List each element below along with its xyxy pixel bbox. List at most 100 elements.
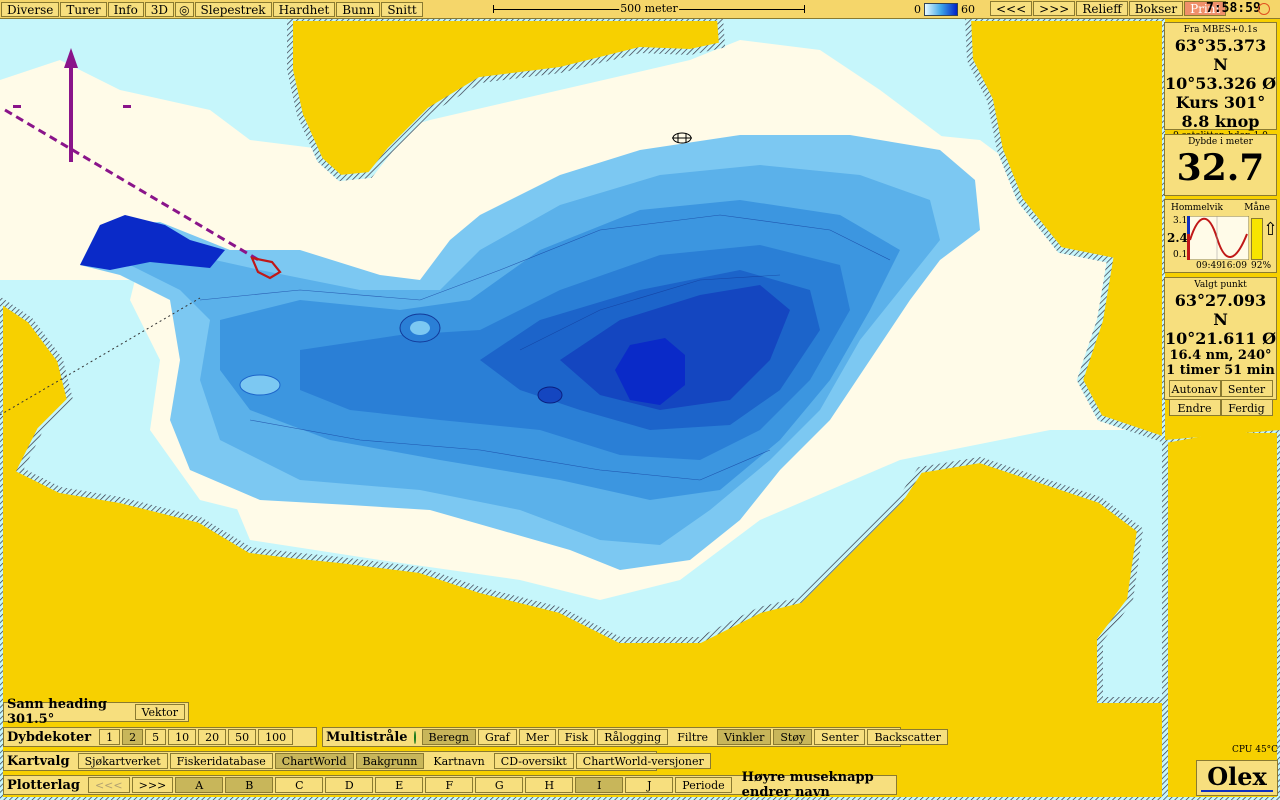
menu-snitt[interactable]: Snitt bbox=[381, 1, 423, 17]
contour-100[interactable]: 100 bbox=[258, 729, 294, 745]
senter-multibeam-button[interactable]: Senter bbox=[814, 729, 866, 745]
contour-5[interactable]: 5 bbox=[145, 729, 167, 745]
bakgrunn-button[interactable]: Bakgrunn bbox=[355, 753, 425, 769]
layer-prev-button[interactable]: <<< bbox=[87, 777, 130, 793]
olex-logo-text: Olex bbox=[1207, 762, 1267, 791]
contour-10[interactable]: 10 bbox=[168, 729, 197, 745]
layer-a[interactable]: A bbox=[175, 777, 224, 793]
longitude: 10°53.326 Ø bbox=[1165, 74, 1277, 93]
fisk-button[interactable]: Fisk bbox=[557, 729, 596, 745]
olex-logo[interactable]: Olex bbox=[1196, 760, 1278, 796]
layer-h[interactable]: H bbox=[525, 777, 574, 793]
ferdig-button[interactable]: Ferdig bbox=[1220, 399, 1273, 416]
depth-panel: Dybde i meter 32.7 bbox=[1164, 134, 1277, 196]
endre-button[interactable]: Endre bbox=[1168, 399, 1221, 416]
contour-50[interactable]: 50 bbox=[228, 729, 257, 745]
latitude: 63°35.373 N bbox=[1174, 36, 1267, 74]
menu-info[interactable]: Info bbox=[107, 1, 144, 17]
depth-value: 32.7 bbox=[1176, 147, 1265, 189]
layer-b[interactable]: B bbox=[225, 777, 274, 793]
moon-label: Måne bbox=[1244, 203, 1270, 213]
relieff-button[interactable]: Relieff bbox=[1076, 1, 1128, 16]
heading-row: Sann heading 301.5° Vektor bbox=[3, 697, 189, 727]
mer-button[interactable]: Mer bbox=[518, 729, 556, 745]
layer-j[interactable]: J bbox=[625, 777, 674, 793]
depth-contour-row: Dybdekoter 1 2 5 10 20 50 100 bbox=[3, 727, 317, 747]
contour-1[interactable]: 1 bbox=[99, 729, 121, 745]
layer-e[interactable]: E bbox=[375, 777, 424, 793]
cpu-temperature: CPU 45°C bbox=[1232, 745, 1279, 755]
speed: 8.8 knop bbox=[1181, 112, 1260, 131]
plotter-hint: Høyre museknapp endrer navn bbox=[741, 770, 874, 800]
tide-time-2: 16:09 bbox=[1221, 261, 1247, 271]
menu-3d[interactable]: 3D bbox=[144, 1, 175, 17]
arrow-up-icon: ⇧ bbox=[1263, 219, 1279, 240]
tide-top: 3.1 bbox=[1173, 216, 1188, 226]
chart-select-row: Kartvalg Sjøkartverket Fiskeridatabase C… bbox=[3, 751, 711, 771]
top-nav-group: <<< >>> Relieff Bokser Print bbox=[989, 1, 1227, 16]
layer-i[interactable]: I bbox=[575, 777, 624, 793]
scale-label: 500 meter bbox=[619, 2, 679, 16]
scale-bar: 500 meter bbox=[493, 2, 805, 16]
backscatter-button[interactable]: Backscatter bbox=[867, 729, 948, 745]
forward-button[interactable]: >>> bbox=[1033, 1, 1076, 16]
selected-point-panel: Valgt punkt 63°27.093 N 10°21.611 Ø 16.4… bbox=[1164, 277, 1277, 416]
menu-turer[interactable]: Turer bbox=[60, 1, 107, 17]
layer-f[interactable]: F bbox=[425, 777, 474, 793]
filtre-button[interactable]: Filtre bbox=[670, 729, 716, 745]
sun-icon[interactable] bbox=[1258, 3, 1270, 15]
fiskeridatabase-button[interactable]: Fiskeridatabase bbox=[169, 753, 273, 769]
cd-oversikt-button[interactable]: CD-oversikt bbox=[493, 753, 574, 769]
menu-diverse[interactable]: Diverse bbox=[1, 1, 60, 17]
nautical-chart[interactable] bbox=[0, 0, 1280, 800]
depth-max: 60 bbox=[961, 2, 975, 16]
graf-button[interactable]: Graf bbox=[478, 729, 517, 745]
selected-lat: 63°27.093 N bbox=[1174, 291, 1267, 329]
depth-min: 0 bbox=[914, 2, 921, 16]
contour-20[interactable]: 20 bbox=[198, 729, 227, 745]
chartworld-button[interactable]: ChartWorld bbox=[274, 753, 354, 769]
menu-hardhet[interactable]: Hardhet bbox=[272, 1, 336, 17]
position-panel: Fra MBES+0.1s 63°35.373 N 10°53.326 Ø Ku… bbox=[1164, 22, 1277, 141]
ralogging-button[interactable]: Rålogging bbox=[597, 729, 669, 745]
sjokartverket-button[interactable]: Sjøkartverket bbox=[77, 753, 168, 769]
chartworld-versions-button[interactable]: ChartWorld-versjoner bbox=[575, 753, 711, 769]
plotter-layer-label: Plotterlag bbox=[7, 777, 80, 793]
kartnavn-button[interactable]: Kartnavn bbox=[426, 753, 492, 769]
back-button[interactable]: <<< bbox=[990, 1, 1033, 16]
selected-lon: 10°21.611 Ø bbox=[1165, 329, 1277, 348]
selected-distance: 16.4 nm, 240° bbox=[1169, 348, 1272, 363]
selected-eta: 1 timer 51 min bbox=[1166, 363, 1275, 378]
menu-bunn[interactable]: Bunn bbox=[336, 1, 381, 17]
chart-select-label: Kartvalg bbox=[7, 753, 70, 769]
contour-2[interactable]: 2 bbox=[122, 729, 144, 745]
depth-contour-label: Dybdekoter bbox=[7, 729, 92, 745]
bokser-button[interactable]: Bokser bbox=[1128, 1, 1184, 16]
autonav-button[interactable]: Autonav bbox=[1168, 380, 1221, 397]
clock: 7:58:59 bbox=[1206, 1, 1261, 16]
heading-label: Sann heading 301.5° bbox=[7, 697, 107, 727]
tide-current: 2.4 bbox=[1167, 231, 1188, 245]
moon-bar bbox=[1251, 218, 1263, 260]
periode-button[interactable]: Periode bbox=[675, 777, 732, 793]
beregn-button[interactable]: Beregn bbox=[421, 729, 477, 745]
stoy-button[interactable]: Støy bbox=[773, 729, 813, 745]
multibeam-row: Multistråle Beregn Graf Mer Fisk Råloggi… bbox=[322, 727, 948, 747]
vektor-button[interactable]: Vektor bbox=[134, 704, 185, 720]
vinkler-button[interactable]: Vinkler bbox=[717, 729, 772, 745]
status-indicator-icon bbox=[413, 730, 416, 744]
course: Kurs 301° bbox=[1175, 93, 1266, 112]
senter-button[interactable]: Senter bbox=[1220, 380, 1273, 397]
tide-place: Hommelvik bbox=[1171, 203, 1223, 213]
layer-next-button[interactable]: >>> bbox=[131, 777, 174, 793]
selected-title: Valgt punkt bbox=[1194, 280, 1247, 290]
target-icon[interactable]: ◎ bbox=[175, 1, 194, 17]
layer-c[interactable]: C bbox=[275, 777, 324, 793]
tide-time-1: 09:49 bbox=[1196, 261, 1222, 271]
tide-curve bbox=[1187, 216, 1249, 260]
menu-slepestrek[interactable]: Slepestrek bbox=[194, 1, 272, 17]
layer-d[interactable]: D bbox=[325, 777, 374, 793]
position-source: Fra MBES+0.1s bbox=[1183, 25, 1258, 35]
layer-g[interactable]: G bbox=[475, 777, 524, 793]
tide-panel: Hommelvik Måne 3.1 2.4 0.1 09:49 16:09 ⇧… bbox=[1164, 199, 1279, 273]
